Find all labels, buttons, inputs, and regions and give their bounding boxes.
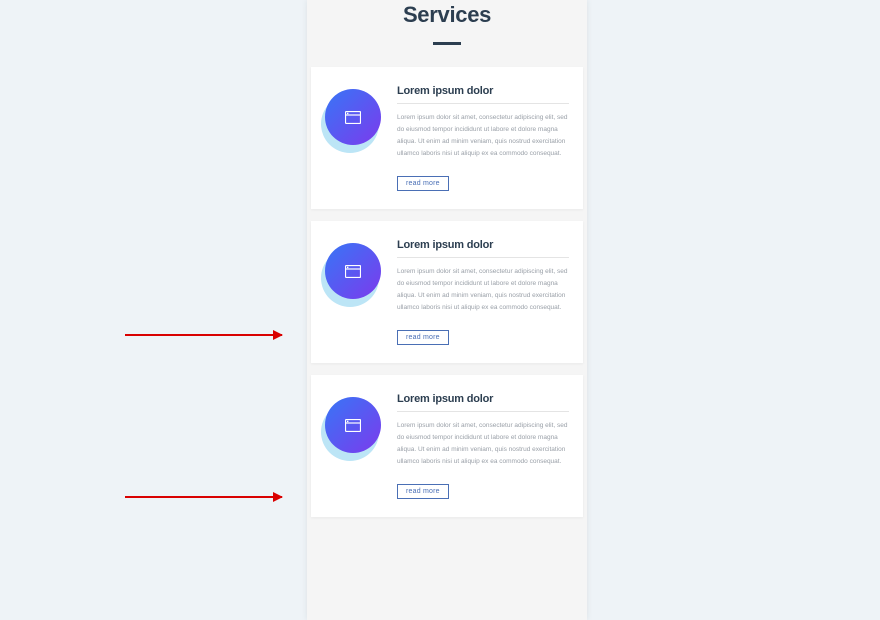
read-more-button[interactable]: read more xyxy=(397,484,449,499)
read-more-button[interactable]: read more xyxy=(397,176,449,191)
card-divider xyxy=(397,257,569,258)
read-more-button[interactable]: read more xyxy=(397,330,449,345)
card-description: Lorem ipsum dolor sit amet, consectetur … xyxy=(397,420,569,468)
service-card: Lorem ipsum dolor Lorem ipsum dolor sit … xyxy=(311,221,583,363)
card-title: Lorem ipsum dolor xyxy=(397,239,569,257)
card-description: Lorem ipsum dolor sit amet, consectetur … xyxy=(397,266,569,314)
card-body: Lorem ipsum dolor Lorem ipsum dolor sit … xyxy=(385,85,569,191)
preview-frame: Services Lorem ipsum dolor Lorem ipsum d… xyxy=(307,0,587,620)
card-title: Lorem ipsum dolor xyxy=(397,393,569,411)
service-card: Lorem ipsum dolor Lorem ipsum dolor sit … xyxy=(311,67,583,209)
card-body: Lorem ipsum dolor Lorem ipsum dolor sit … xyxy=(385,393,569,499)
page-title: Services xyxy=(307,0,587,28)
window-icon xyxy=(325,89,381,145)
card-description: Lorem ipsum dolor sit amet, consectetur … xyxy=(397,112,569,160)
service-icon-wrap xyxy=(321,243,385,307)
service-card: Lorem ipsum dolor Lorem ipsum dolor sit … xyxy=(311,375,583,517)
window-icon xyxy=(325,397,381,453)
card-body: Lorem ipsum dolor Lorem ipsum dolor sit … xyxy=(385,239,569,345)
card-divider xyxy=(397,103,569,104)
annotation-arrow-icon xyxy=(125,334,282,336)
card-divider xyxy=(397,411,569,412)
card-title: Lorem ipsum dolor xyxy=(397,85,569,103)
title-underline xyxy=(433,42,461,45)
annotation-arrow-icon xyxy=(125,496,282,498)
window-icon xyxy=(325,243,381,299)
service-icon-wrap xyxy=(321,89,385,153)
service-icon-wrap xyxy=(321,397,385,461)
